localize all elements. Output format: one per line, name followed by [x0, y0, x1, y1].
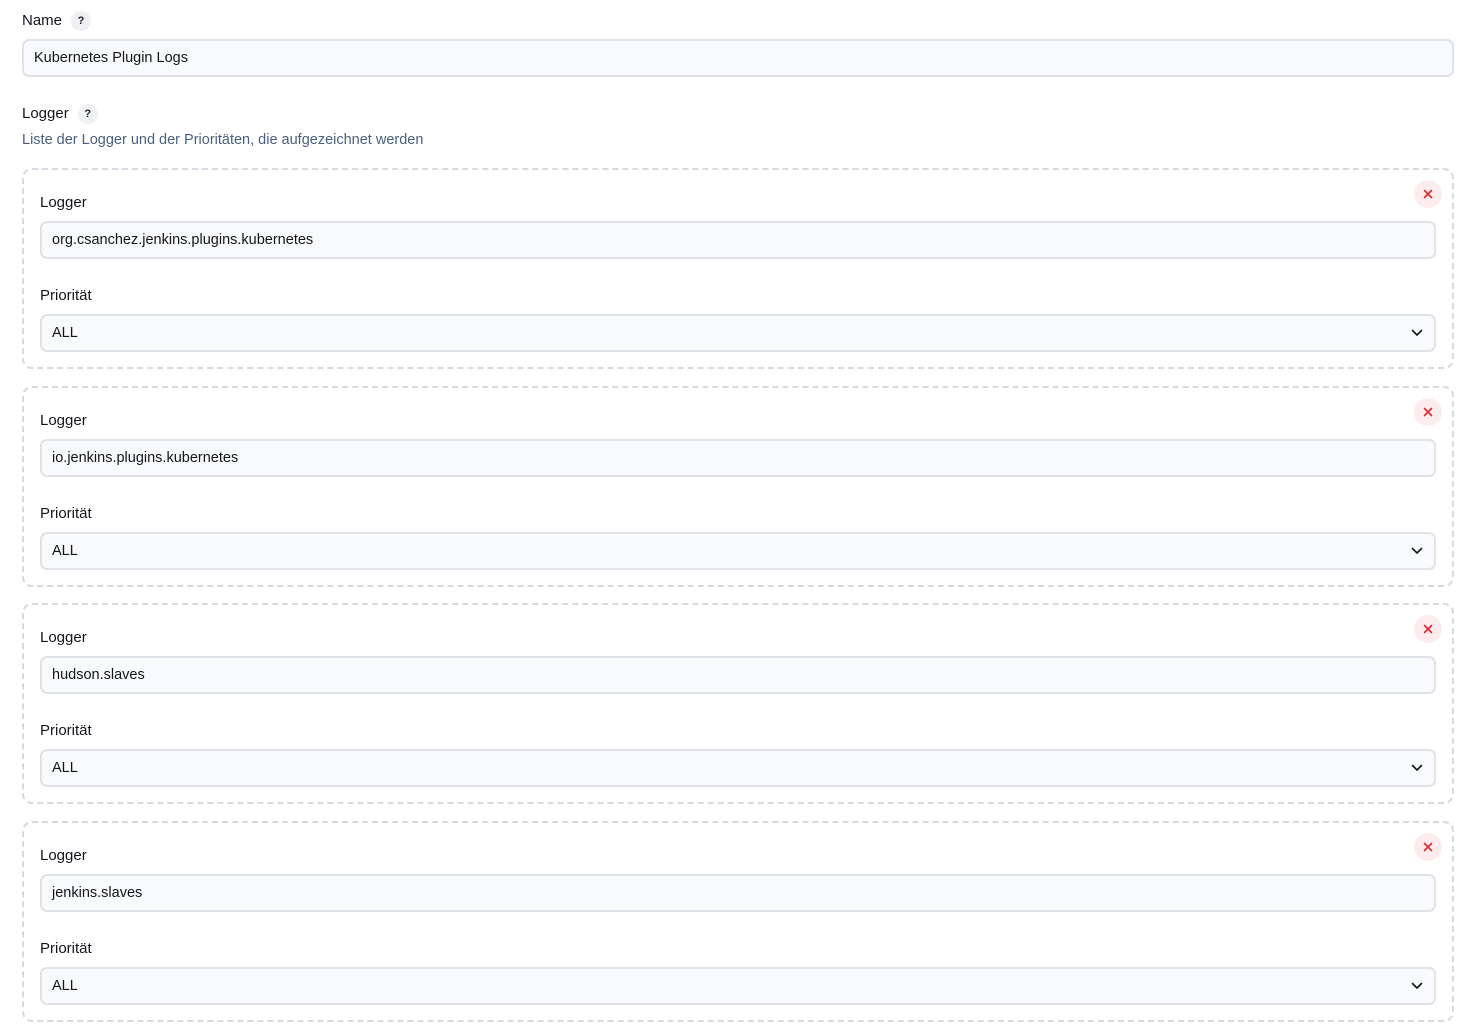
delete-entry-button[interactable] — [1414, 833, 1442, 861]
delete-entry-button[interactable] — [1414, 615, 1442, 643]
logger-label: Logger — [40, 412, 87, 429]
logger-input[interactable]: io.jenkins.plugins.kubernetes — [40, 439, 1436, 477]
logger-config-form: Name ? Kubernetes Plugin Logs Logger ? L… — [0, 0, 1474, 1034]
priority-select-value: ALL — [52, 978, 78, 994]
logger-label: Logger — [40, 847, 87, 864]
logger-input[interactable]: jenkins.slaves — [40, 874, 1436, 912]
chevron-down-icon — [1410, 761, 1424, 775]
delete-entry-button[interactable] — [1414, 398, 1442, 426]
close-icon — [1423, 624, 1433, 634]
logger-section-description: Liste der Logger und der Prioritäten, di… — [22, 132, 424, 148]
logger-label: Logger — [40, 629, 87, 646]
priority-select[interactable]: ALL — [40, 967, 1436, 1005]
priority-select[interactable]: ALL — [40, 532, 1436, 570]
priority-select-value: ALL — [52, 760, 78, 776]
logger-input[interactable]: hudson.slaves — [40, 656, 1436, 694]
logger-section-label-row: Logger ? — [22, 102, 98, 126]
close-icon — [1423, 189, 1433, 199]
logger-entry: Logger io.jenkins.plugins.kubernetes Pri… — [22, 386, 1454, 587]
priority-label: Priorität — [40, 287, 92, 304]
priority-label: Priorität — [40, 722, 92, 739]
chevron-down-icon — [1410, 326, 1424, 340]
logger-input[interactable]: org.csanchez.jenkins.plugins.kubernetes — [40, 221, 1436, 259]
priority-label: Priorität — [40, 505, 92, 522]
logger-label: Logger — [40, 194, 87, 211]
priority-select[interactable]: ALL — [40, 314, 1436, 352]
name-input[interactable]: Kubernetes Plugin Logs — [22, 39, 1454, 77]
logger-section-help-button[interactable]: ? — [77, 104, 98, 124]
logger-entry: Logger jenkins.slaves Priorität ALL — [22, 821, 1454, 1022]
name-help-button[interactable]: ? — [71, 11, 92, 31]
name-label: Name — [22, 12, 63, 29]
priority-select[interactable]: ALL — [40, 749, 1436, 787]
chevron-down-icon — [1410, 544, 1424, 558]
logger-entry: Logger hudson.slaves Priorität ALL — [22, 603, 1454, 804]
chevron-down-icon — [1410, 979, 1424, 993]
priority-label: Priorität — [40, 940, 92, 957]
logger-entry: Logger org.csanchez.jenkins.plugins.kube… — [22, 168, 1454, 369]
delete-entry-button[interactable] — [1414, 180, 1442, 208]
close-icon — [1423, 407, 1433, 417]
priority-select-value: ALL — [52, 325, 78, 341]
priority-select-value: ALL — [52, 543, 78, 559]
close-icon — [1423, 842, 1433, 852]
logger-section-label: Logger — [22, 105, 69, 122]
name-label-row: Name ? — [22, 9, 92, 33]
